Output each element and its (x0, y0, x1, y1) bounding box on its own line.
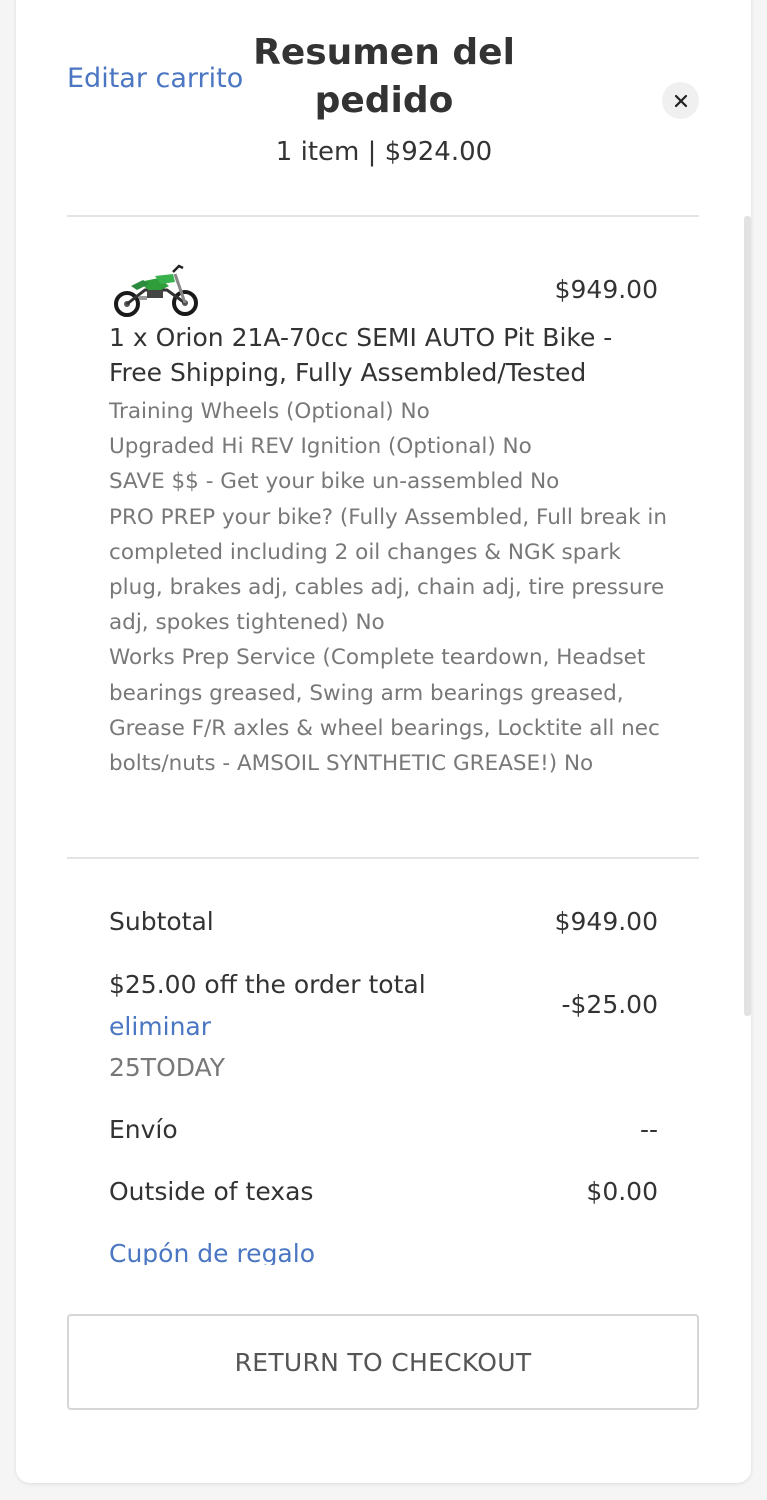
tax-value: $0.00 (586, 1177, 658, 1206)
pit-bike-icon (109, 260, 205, 320)
option-line: PRO PREP your bike? (Fully Assembled, Fu… (109, 504, 667, 636)
option-line: SAVE $$ - Get your bike un-assembled No (109, 469, 560, 495)
remove-discount-link[interactable]: eliminar (109, 1010, 211, 1044)
discount-label: $25.00 off the order total (109, 970, 426, 999)
scrollbar[interactable] (744, 216, 751, 1016)
tax-label: Outside of texas (109, 1177, 314, 1206)
option-line: Upgraded Hi REV Ignition (Optional) No (109, 434, 532, 460)
order-count-total: 1 item | $924.00 (225, 135, 543, 169)
shipping-label: Envío (109, 1115, 178, 1144)
divider (67, 215, 699, 217)
shipping-value: -- (639, 1115, 658, 1144)
item-options: Training Wheels (Optional) No Upgraded H… (109, 394, 669, 781)
tax-row: Outside of texas $0.00 (109, 1175, 658, 1209)
item-price: $949.00 (554, 275, 658, 304)
item-name: 1 x Orion 21A-70cc SEMI AUTO Pit Bike - … (109, 323, 613, 387)
return-to-checkout-button[interactable]: RETURN TO CHECKOUT (67, 1314, 699, 1410)
option-line: Training Wheels (Optional) No (109, 399, 430, 424)
item-count: 1 item (275, 137, 360, 167)
close-button[interactable] (662, 82, 699, 119)
separator: | (367, 137, 377, 167)
discount-code: 25TODAY (109, 1053, 226, 1082)
subtotal-label: Subtotal (109, 907, 214, 936)
divider (67, 857, 699, 859)
subtotal-value: $949.00 (554, 907, 658, 936)
close-icon (674, 94, 687, 107)
discount-value: -$25.00 (561, 990, 659, 1019)
edit-cart-link[interactable]: Editar carrito (67, 58, 243, 99)
header-total: $924.00 (384, 137, 493, 167)
pit-bike-photo (109, 260, 205, 320)
option-line: Works Prep Service (Complete teardown, H… (109, 645, 660, 777)
shipping-row: Envío -- (109, 1113, 658, 1147)
gift-coupon-link[interactable]: Cupón de regalo (109, 1237, 315, 1265)
page-title: Resumen del pedido (253, 32, 515, 121)
subtotal-row: Subtotal $949.00 (109, 905, 658, 939)
